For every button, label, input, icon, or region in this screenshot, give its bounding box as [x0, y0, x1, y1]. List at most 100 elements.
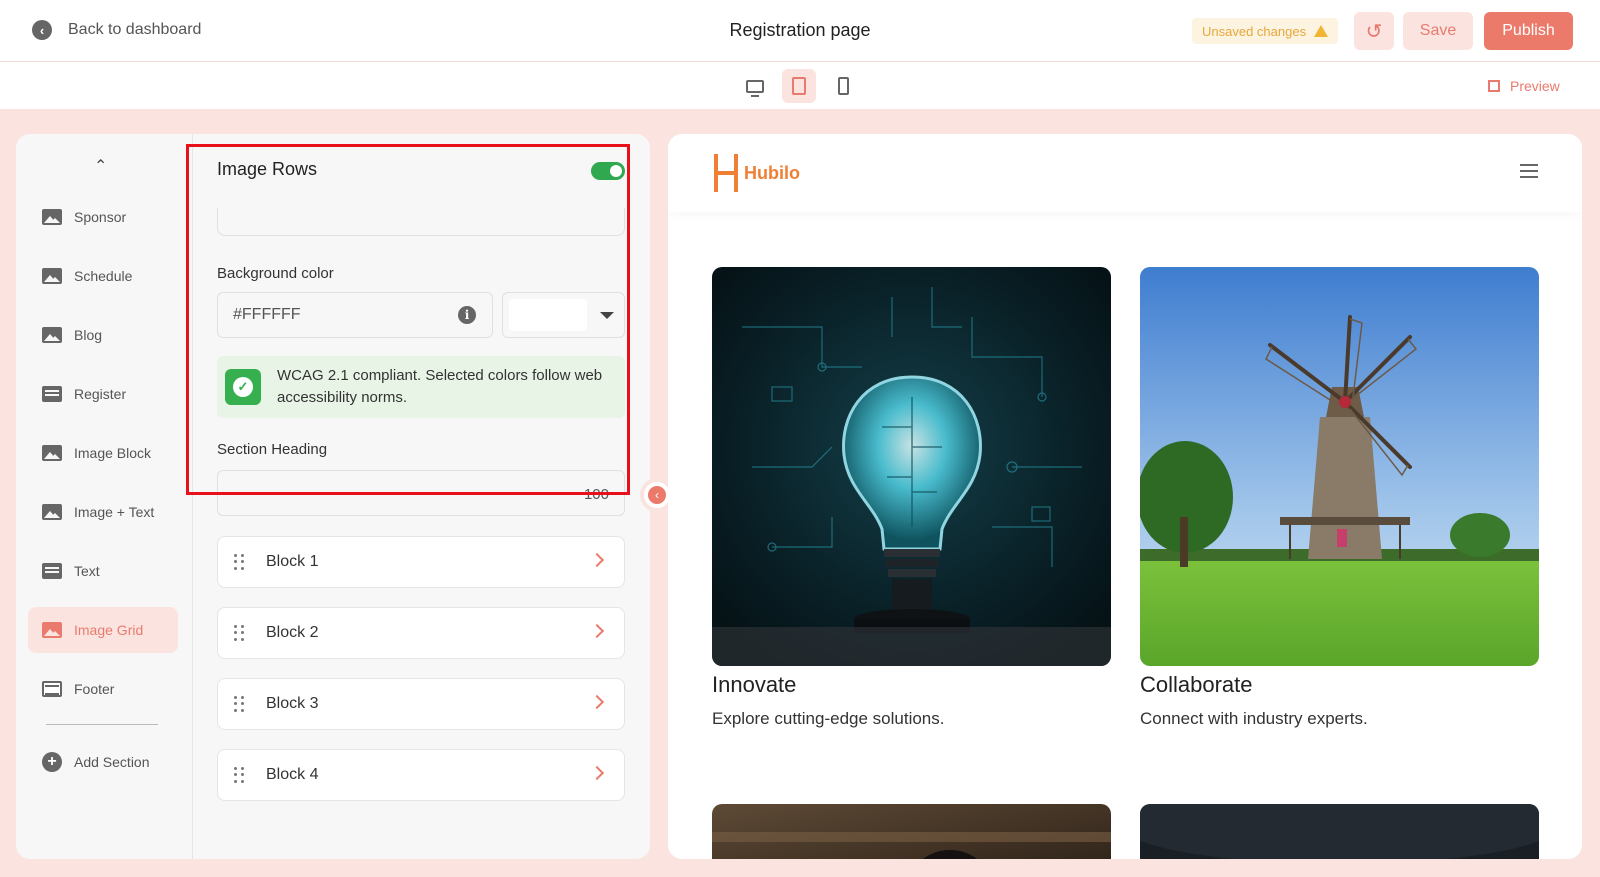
- tablet-icon: [792, 77, 806, 95]
- footer-icon: [42, 681, 62, 697]
- sidebar-item-text[interactable]: Text: [28, 548, 178, 594]
- preview-label: Preview: [1510, 78, 1560, 94]
- drag-handle-icon[interactable]: [234, 767, 244, 783]
- drag-handle-icon[interactable]: [234, 554, 244, 570]
- portrait-image: [712, 804, 1111, 859]
- sidebar-item-schedule[interactable]: Schedule: [28, 253, 178, 299]
- card-description: Connect with industry experts.: [1140, 709, 1368, 728]
- sidebar-item-label: Register: [74, 386, 127, 402]
- collaborate-image: [1140, 267, 1539, 666]
- sidebar-item-label: Sponsor: [74, 209, 127, 225]
- lightbulb-image: [712, 267, 1111, 666]
- back-to-dashboard-link[interactable]: ‹ Back to dashboard: [32, 20, 201, 40]
- sidebar-item-image-block[interactable]: Image Block: [28, 430, 178, 476]
- block-label: Block 4: [266, 766, 319, 783]
- background-color-value: #FFFFFF: [233, 306, 301, 323]
- sections-sidebar: ⌃ Sponsor Schedule Blog Register Image B…: [16, 134, 192, 859]
- wcag-notice: ✓ WCAG 2.1 compliant. Selected colors fo…: [217, 356, 625, 418]
- hubilo-logo-icon: [714, 154, 738, 192]
- block-item[interactable]: Block 2: [217, 607, 625, 659]
- sidebar-item-image-text[interactable]: Image + Text: [28, 489, 178, 535]
- save-button[interactable]: Save: [1403, 12, 1473, 50]
- background-color-label: Background color: [217, 265, 334, 282]
- collapse-panel-button[interactable]: ‹: [644, 482, 670, 508]
- chevron-up-icon[interactable]: ⌃: [94, 156, 107, 176]
- preview-canvas: Hubilo Innovate Explore cutting-edge sol…: [668, 134, 1582, 859]
- panel-title: Image Rows: [217, 159, 318, 179]
- sidebar-item-label: Image + Text: [74, 504, 155, 520]
- expand-icon: [1488, 80, 1500, 92]
- back-label: Back to dashboard: [68, 21, 202, 38]
- mobile-view-button[interactable]: [826, 69, 860, 103]
- sidebar-item-label: Image Block: [74, 445, 152, 461]
- card-image-partial: [712, 804, 1111, 859]
- settings-panel: Image Rows Background color #FFFFFF i ✓ …: [192, 134, 650, 859]
- block-label: Block 2: [266, 624, 319, 641]
- block-label: Block 3: [266, 695, 319, 712]
- unsaved-changes-badge: Unsaved changes: [1192, 18, 1339, 44]
- card-description: Explore cutting-edge solutions.: [712, 709, 945, 728]
- block-label: Block 1: [266, 553, 319, 570]
- innovate-image: [712, 267, 1111, 666]
- background-color-input[interactable]: #FFFFFF i: [217, 292, 493, 338]
- add-section-button[interactable]: + Add Section: [28, 739, 178, 785]
- chevron-left-icon: ‹: [655, 488, 659, 502]
- sidebar-item-label: Image Grid: [74, 622, 144, 638]
- card-image-partial: [1140, 804, 1539, 859]
- caret-down-icon: [600, 312, 614, 319]
- publish-button[interactable]: Publish: [1484, 12, 1573, 50]
- sidebar-item-footer[interactable]: Footer: [28, 666, 178, 712]
- block-item[interactable]: Block 4: [217, 749, 625, 801]
- undo-icon: ↺: [1365, 20, 1383, 43]
- device-toolbar: Preview: [0, 62, 1600, 109]
- sidebar-item-label: Footer: [74, 681, 115, 697]
- sidebar-item-label: Text: [74, 563, 100, 579]
- tablet-view-button[interactable]: [782, 69, 816, 103]
- sidebar-item-blog[interactable]: Blog: [28, 312, 178, 358]
- character-counter: 100: [583, 486, 609, 503]
- block-item[interactable]: Block 3: [217, 678, 625, 730]
- wcag-text: WCAG 2.1 compliant. Selected colors foll…: [277, 367, 603, 406]
- image-icon: [42, 504, 62, 520]
- verified-badge-icon: ✓: [225, 369, 261, 405]
- chevron-right-icon: [589, 552, 605, 568]
- sidebar-divider: [46, 724, 158, 725]
- sidebar-item-label: Blog: [74, 327, 103, 343]
- site-header: Hubilo: [668, 134, 1582, 212]
- color-swatch-dropdown[interactable]: [502, 292, 625, 338]
- unsaved-label: Unsaved changes: [1202, 23, 1307, 39]
- image-rows-toggle[interactable]: [591, 162, 625, 180]
- desktop-view-button[interactable]: [738, 69, 772, 103]
- block-item[interactable]: Block 1: [217, 536, 625, 588]
- undo-button[interactable]: ↺: [1354, 12, 1394, 50]
- menu-icon[interactable]: [1520, 164, 1538, 178]
- hubilo-logo[interactable]: Hubilo: [714, 154, 800, 192]
- sidebar-item-register[interactable]: Register: [28, 371, 178, 417]
- section-heading-label: Section Heading: [217, 441, 328, 458]
- drag-handle-icon[interactable]: [234, 696, 244, 712]
- plus-icon: +: [42, 752, 62, 772]
- dark-image: [1140, 804, 1539, 859]
- panel-divider: [217, 208, 625, 236]
- drag-handle-icon[interactable]: [234, 625, 244, 641]
- arrow-left-icon: ‹: [32, 20, 52, 40]
- chevron-right-icon: [589, 765, 605, 781]
- section-heading-input[interactable]: 100: [217, 470, 625, 516]
- image-icon: [42, 209, 62, 225]
- chevron-right-icon: [589, 694, 605, 710]
- warning-icon: [1314, 25, 1329, 37]
- mobile-icon: [837, 77, 849, 95]
- form-icon: [42, 386, 62, 402]
- add-section-label: Add Section: [74, 754, 150, 770]
- sidebar-item-image-grid[interactable]: Image Grid: [28, 607, 178, 653]
- chevron-right-icon: [589, 623, 605, 639]
- image-icon: [42, 445, 62, 461]
- image-icon: [42, 327, 62, 343]
- sidebar-item-sponsor[interactable]: Sponsor: [28, 194, 178, 240]
- windmill-image: [1140, 267, 1539, 666]
- info-icon[interactable]: i: [458, 306, 476, 324]
- preview-button[interactable]: Preview: [1488, 78, 1560, 94]
- brand-name: Hubilo: [744, 162, 800, 183]
- card-title: Innovate: [712, 672, 797, 697]
- image-icon: [42, 622, 62, 638]
